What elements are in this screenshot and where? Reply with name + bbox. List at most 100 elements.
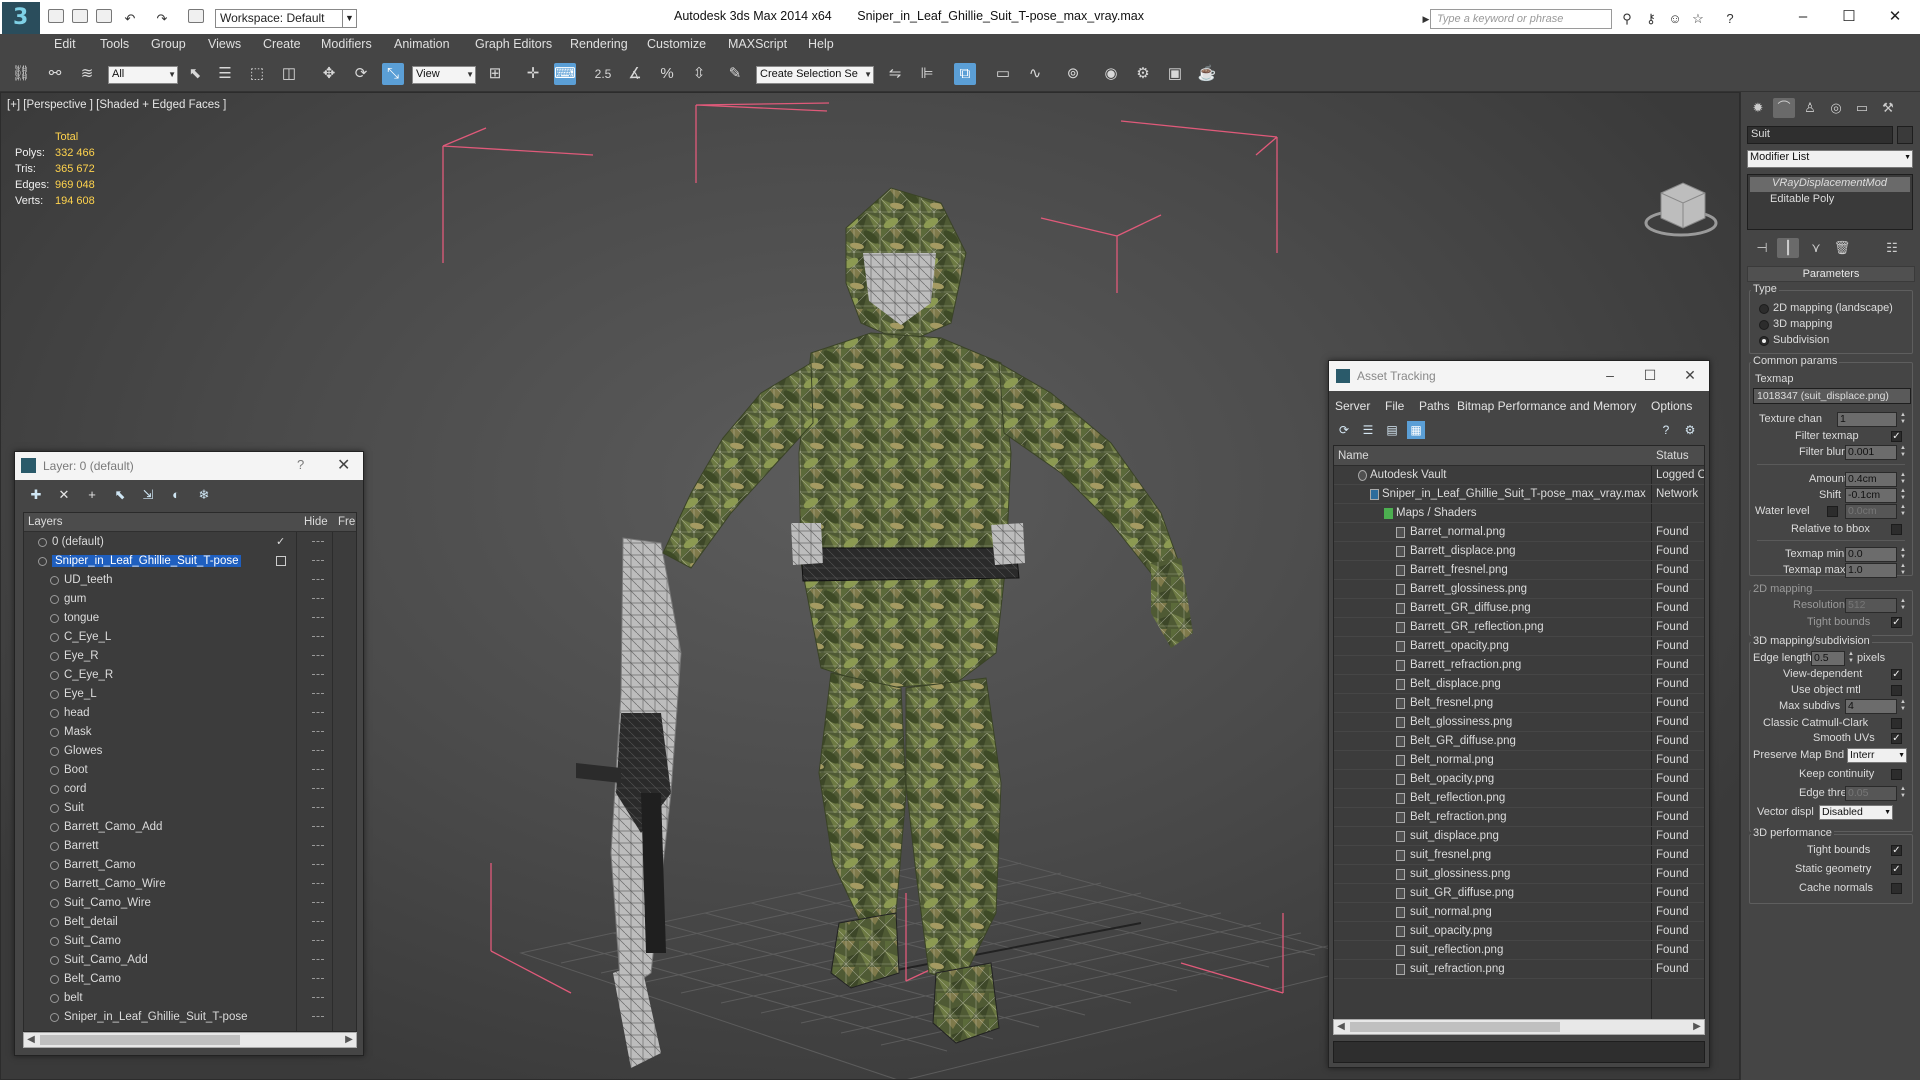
use-object-mtl-checkbox[interactable] [1891,685,1902,696]
menu-modifiers[interactable]: Modifiers [321,35,372,53]
add-to-layer-icon[interactable]: + [83,486,101,504]
scroll-thumb[interactable] [1350,1022,1560,1032]
render-setup-icon[interactable]: ⚙ [1132,63,1154,85]
menu-group[interactable]: Group [151,35,186,53]
scroll-right-icon[interactable]: ▶ [342,1033,356,1047]
angle-snap-icon[interactable]: ∡ [624,63,646,85]
hide-toggle[interactable] [312,560,324,562]
star-icon[interactable]: ☆ [1690,11,1706,27]
asset-file-row[interactable]: Barrett_glossiness.png Found [1334,580,1704,599]
table-view-icon[interactable]: ▦ [1407,421,1425,439]
schematic-view-icon[interactable]: ⊚ [1062,63,1084,85]
select-by-name-icon[interactable]: ☰ [214,63,236,85]
named-selection-set-dropdown[interactable]: Create Selection Se ▼ [756,66,874,84]
hide-toggle[interactable] [312,959,324,961]
scroll-right-icon[interactable]: ▶ [1690,1020,1704,1034]
hide-toggle[interactable] [312,1016,324,1018]
hide-toggle[interactable] [312,712,324,714]
spinner-snap-icon[interactable]: ⇳ [688,63,710,85]
layer-row[interactable]: Sniper_in_Leaf_Ghillie_Suit_T-pose [24,1008,356,1027]
delete-layer-icon[interactable]: ✕ [55,486,73,504]
asset-file-row[interactable]: Belt_displace.png Found [1334,675,1704,694]
menu-help[interactable]: Help [808,35,834,53]
shift-spinner[interactable]: -0.1cm [1845,488,1897,503]
resolution-spinner[interactable]: 512 [1845,598,1897,613]
hide-toggle[interactable] [312,826,324,828]
layer-row[interactable]: Belt_detail [24,913,356,932]
spinner-arrows-icon[interactable]: ▲ ▼ [1899,547,1907,562]
hide-toggle[interactable] [312,655,324,657]
unlink-icon[interactable]: ⚯ [44,63,66,85]
layer-row[interactable]: Sniper_in_Leaf_Ghillie_Suit_T-pose [24,552,356,571]
asset-file-row[interactable]: Belt_glossiness.png Found [1334,713,1704,732]
list-view-icon[interactable]: ☰ [1359,421,1377,439]
snaps-toggle-icon[interactable]: 2.5 [592,63,614,85]
preserve-map-bnd-dropdown[interactable]: Interr ▼ [1847,748,1907,763]
close-button[interactable]: ✕ [1872,4,1918,30]
spinner-arrows-icon[interactable]: ▲ ▼ [1899,699,1907,714]
asset-file-row[interactable]: Belt_GR_diffuse.png Found [1334,732,1704,751]
create-tab-icon[interactable]: ✹ [1747,98,1769,118]
object-name-field[interactable]: Suit [1747,126,1893,144]
scroll-left-icon[interactable]: ◀ [1334,1020,1348,1034]
layer-row[interactable]: cord [24,780,356,799]
asset-file-row[interactable]: Barrett_opacity.png Found [1334,637,1704,656]
asset-file-row[interactable]: Belt_refraction.png Found [1334,808,1704,827]
set-current-layer-icon[interactable] [276,556,286,566]
spinner-arrows-icon[interactable]: ▲ ▼ [1899,472,1907,487]
asset-horizontal-scrollbar[interactable]: ◀ ▶ [1333,1019,1705,1035]
layer-row[interactable]: Barrett_Camo_Wire [24,875,356,894]
radio-3d-mapping[interactable] [1759,320,1769,330]
asset-file-row[interactable]: suit_normal.png Found [1334,903,1704,922]
column-name[interactable]: Name [1338,450,1369,462]
asset-file-row[interactable]: Barret_normal.png Found [1334,523,1704,542]
modifier-stack-item-vray[interactable]: VRayDisplacementMod [1750,177,1910,192]
hide-toggle[interactable] [312,769,324,771]
layer-row[interactable]: Barrett_Camo [24,856,356,875]
settings-icon[interactable]: ⚙ [1681,421,1699,439]
spinner-arrows-icon[interactable]: ▲ ▼ [1899,598,1907,613]
tight-bounds-checkbox[interactable]: ✓ [1891,617,1902,628]
maximize-button[interactable]: ☐ [1826,4,1872,30]
menu-views[interactable]: Views [208,35,241,53]
pivot-center-icon[interactable]: ⊞ [484,63,506,85]
utilities-tab-icon[interactable]: ⚒ [1877,98,1899,118]
layer-row[interactable]: Barrett [24,837,356,856]
mirror-icon[interactable]: ⇋ [884,63,906,85]
layer-row[interactable]: gum [24,590,356,609]
layer-row[interactable]: head [24,704,356,723]
rotate-icon[interactable]: ⟳ [350,63,372,85]
layer-manager-icon[interactable]: ⧉ [954,63,976,85]
water-level-spinner[interactable]: 0.0cm [1845,504,1897,519]
hide-toggle[interactable] [312,921,324,923]
object-color-swatch[interactable] [1897,126,1913,144]
edit-named-selection-icon[interactable]: ✎ [724,63,746,85]
cache-normals-checkbox[interactable] [1891,883,1902,894]
curve-editor-icon[interactable]: ∿ [1024,63,1046,85]
help-icon[interactable]: ? [297,457,304,472]
menu-maxscript[interactable]: MAXScript [728,35,787,53]
perf-tight-bounds-checkbox[interactable]: ✓ [1891,845,1902,856]
hide-toggle[interactable] [312,883,324,885]
layer-row[interactable]: Boot [24,761,356,780]
texture-chan-spinner[interactable]: 1 [1837,412,1897,427]
asset-file-row[interactable]: Belt_normal.png Found [1334,751,1704,770]
column-freeze[interactable]: Fre [338,516,355,528]
asset-file-row[interactable]: suit_reflection.png Found [1334,941,1704,960]
spinner-arrows-icon[interactable]: ▲ ▼ [1899,445,1907,460]
asset-file-row[interactable]: suit_fresnel.png Found [1334,846,1704,865]
viewcube-icon[interactable] [1644,182,1718,237]
hide-toggle[interactable] [312,693,324,695]
texmap-max-spinner[interactable]: 1.0 [1845,563,1897,578]
new-file-icon[interactable] [48,9,64,23]
asset-menu-server[interactable]: Server [1335,399,1370,413]
close-button[interactable]: ✕ [1675,365,1705,385]
percent-snap-icon[interactable]: % [656,63,678,85]
hide-toggle[interactable] [312,579,324,581]
asset-file-row[interactable]: suit_glossiness.png Found [1334,865,1704,884]
asset-row-vault[interactable]: Autodesk Vault Logged O [1334,466,1704,485]
asset-menu-file[interactable]: File [1385,399,1404,413]
scale-icon[interactable]: ⤡ [382,63,404,85]
binoculars-icon[interactable]: ⚲ [1619,11,1635,27]
help-icon[interactable]: ? [1722,11,1738,27]
